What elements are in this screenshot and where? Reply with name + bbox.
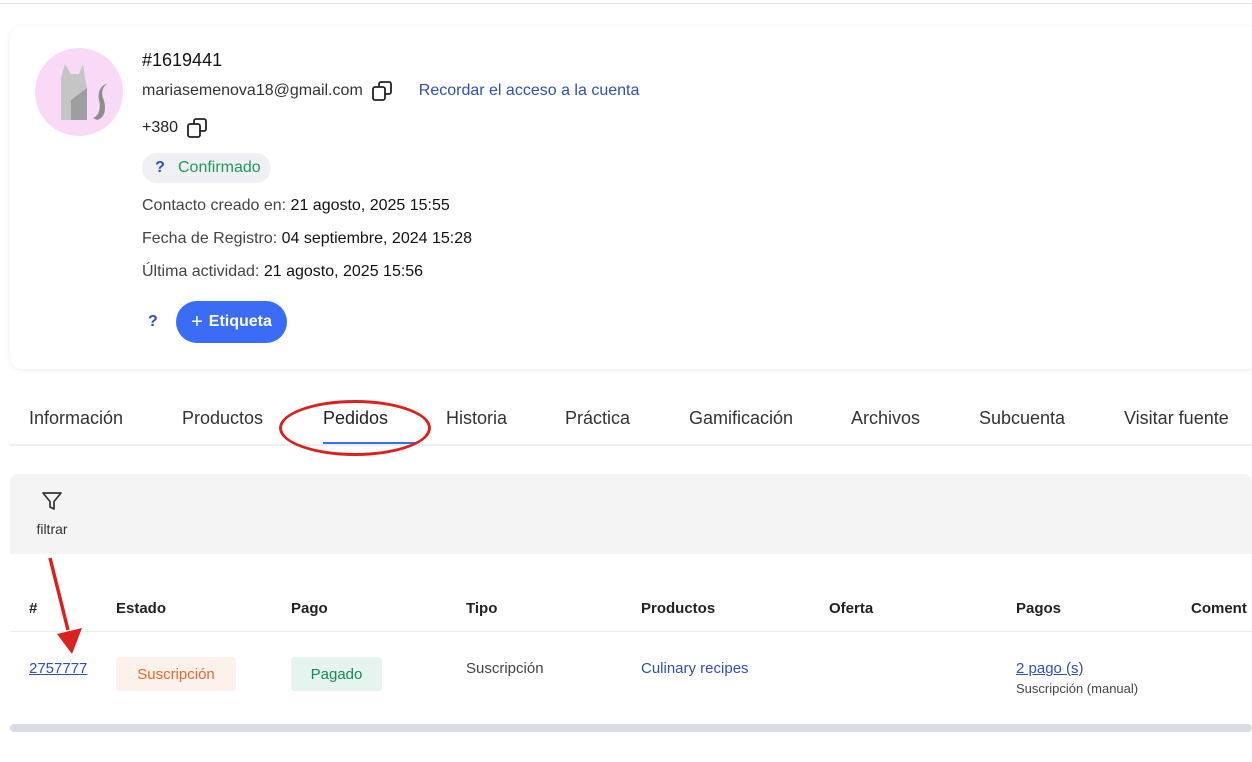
header-divider: [10, 631, 1252, 632]
tab-pedidos[interactable]: Pedidos: [323, 408, 388, 429]
contact-phone: +380: [142, 119, 179, 136]
column-header-tipo[interactable]: Tipo: [466, 600, 497, 617]
last-activity-label: Última actividad:: [142, 263, 260, 280]
column-header-productos[interactable]: Productos: [641, 600, 715, 617]
tab-subcuenta[interactable]: Subcuenta: [979, 408, 1065, 429]
plus-icon: +: [191, 310, 203, 333]
filter-label: filtrar: [36, 521, 68, 537]
created-value: 21 agosto, 2025 15:55: [290, 197, 450, 214]
order-id-link[interactable]: 2757777: [29, 660, 87, 677]
registered-value: 04 septiembre, 2024 15:28: [281, 230, 472, 247]
payments-link[interactable]: 2 pago (s): [1016, 660, 1084, 677]
tag-help-icon[interactable]: ?: [148, 313, 158, 331]
order-type: Suscripción: [466, 660, 544, 677]
created-label: Contacto creado en:: [142, 197, 287, 214]
tab-productos[interactable]: Productos: [182, 408, 263, 429]
tab-gamificacion[interactable]: Gamificación: [689, 408, 793, 429]
status-badge: ? Confirmado: [142, 153, 271, 183]
filter-icon: [42, 492, 62, 510]
status-label: Confirmado: [178, 159, 261, 176]
column-header-id[interactable]: #: [29, 600, 37, 617]
phone-row: +380: [142, 117, 208, 139]
tab-visitar-fuente[interactable]: Visitar fuente: [1124, 408, 1229, 429]
registration-date: Fecha de Registro: 04 septiembre, 2024 1…: [142, 230, 472, 248]
registered-label: Fecha de Registro:: [142, 230, 278, 247]
tab-practica[interactable]: Práctica: [565, 408, 630, 429]
column-header-pago[interactable]: Pago: [291, 600, 328, 617]
column-header-estado[interactable]: Estado: [116, 600, 166, 617]
contact-email: mariasemenova18@gmail.com: [142, 82, 363, 99]
payments-subtext: Suscripción (manual): [1016, 681, 1139, 696]
question-icon[interactable]: ?: [142, 159, 178, 177]
column-header-oferta[interactable]: Oferta: [829, 600, 873, 617]
horizontal-scrollbar[interactable]: [10, 724, 1252, 732]
copy-phone-icon[interactable]: [186, 117, 208, 139]
cat-icon: [61, 64, 107, 120]
copy-email-icon[interactable]: [371, 80, 393, 102]
top-divider: [0, 3, 1252, 4]
tab-bar: Información Productos Pedidos Historia P…: [10, 396, 1252, 446]
tab-archivos[interactable]: Archivos: [851, 408, 920, 429]
add-tag-button[interactable]: + Etiqueta: [176, 301, 287, 343]
last-activity: Última actividad: 21 agosto, 2025 15:56: [142, 263, 423, 281]
created-date: Contacto creado en: 21 agosto, 2025 15:5…: [142, 197, 450, 215]
add-tag-label: Etiqueta: [208, 313, 272, 330]
orders-table: # Estado Pago Tipo Productos Oferta Pago…: [10, 554, 1252, 714]
filter-button[interactable]: filtrar: [32, 490, 72, 537]
active-tab-indicator: [323, 442, 415, 444]
last-activity-value: 21 agosto, 2025 15:56: [263, 263, 424, 280]
product-link[interactable]: Culinary recipes: [641, 660, 749, 677]
email-row: mariasemenova18@gmail.com Recordar el ac…: [142, 80, 639, 102]
tab-historia[interactable]: Historia: [446, 408, 507, 429]
column-header-comentario[interactable]: Coment: [1191, 600, 1247, 617]
remind-access-link[interactable]: Recordar el acceso a la cuenta: [419, 82, 640, 100]
column-header-pagos[interactable]: Pagos: [1016, 600, 1061, 617]
contact-id: #1619441: [142, 50, 223, 70]
tab-informacion[interactable]: Información: [29, 408, 123, 429]
avatar: [35, 48, 123, 136]
payment-badge-paid: Pagado: [291, 657, 382, 691]
filter-bar: filtrar: [10, 474, 1252, 554]
status-badge-subscription: Suscripción: [116, 657, 236, 691]
